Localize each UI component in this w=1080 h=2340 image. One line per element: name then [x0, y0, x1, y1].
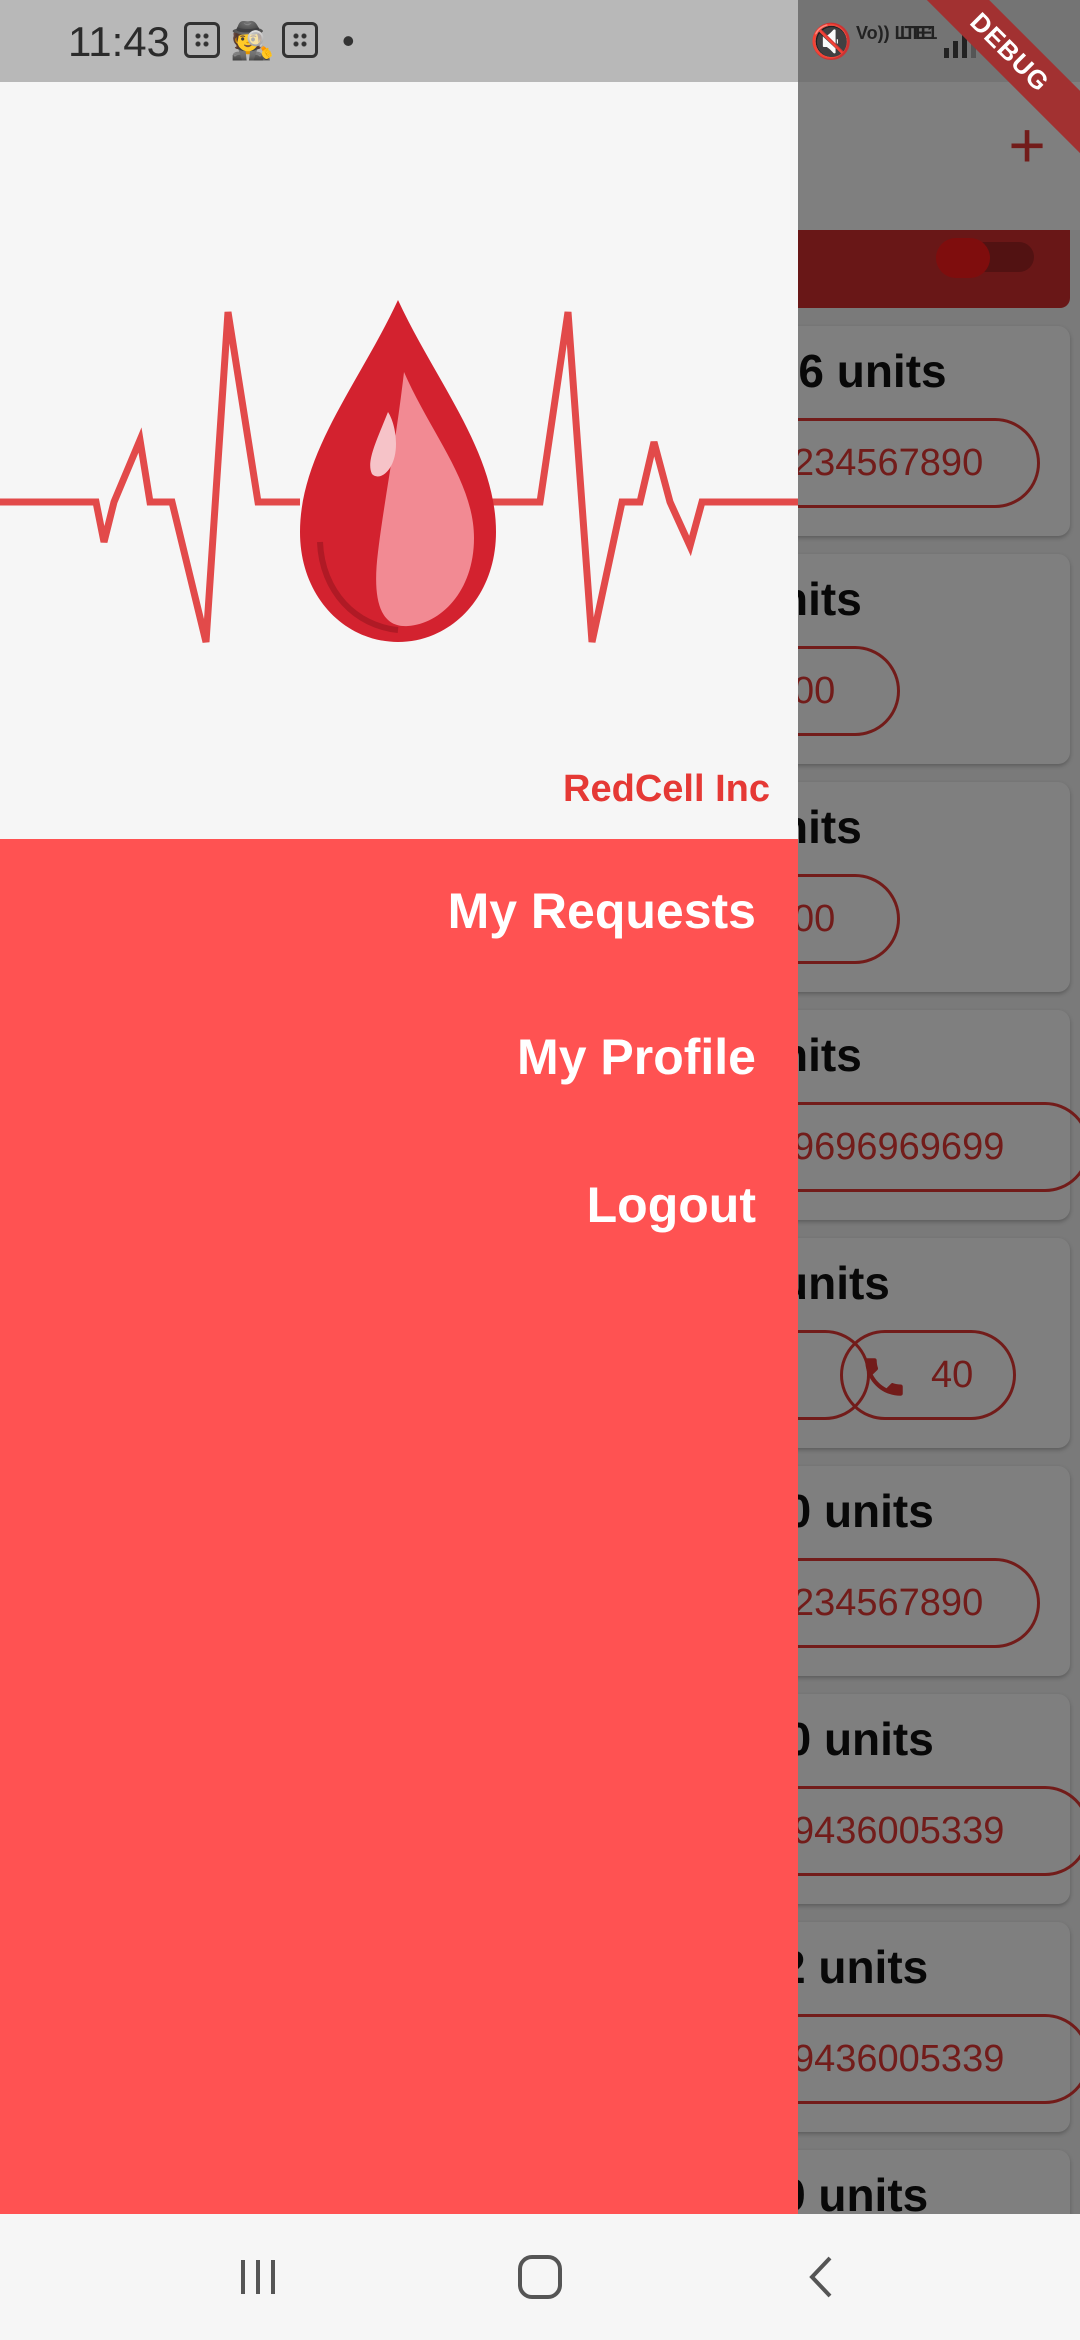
- brand-name: RedCell Inc: [563, 768, 770, 810]
- sim-icon: [184, 22, 220, 58]
- menu-item-logout[interactable]: Logout: [587, 1176, 756, 1234]
- home-icon[interactable]: [510, 2252, 570, 2302]
- menu-item-my-requests[interactable]: My Requests: [448, 882, 756, 940]
- menu-item-my-profile[interactable]: My Profile: [517, 1028, 756, 1086]
- navigation-drawer: RedCell Inc My Requests My Profile Logou…: [0, 82, 798, 2214]
- clock: 11:43: [68, 18, 170, 65]
- system-nav-bar: [0, 2214, 1080, 2340]
- lte-label-2: LTE: [900, 23, 933, 43]
- back-icon[interactable]: [792, 2252, 852, 2302]
- sim-icon: [282, 22, 318, 58]
- incognito-icon: 🕵: [230, 20, 275, 61]
- mute-icon: 🔇: [810, 23, 853, 61]
- blood-drop-heartbeat-logo: [0, 300, 798, 643]
- more-notifications-icon: •: [342, 20, 355, 61]
- drawer-header: RedCell Inc: [0, 82, 798, 839]
- recent-apps-icon[interactable]: [228, 2252, 288, 2302]
- status-bar: 11:43 🕵 • 🔇 Vo)) LTE1 LTE DEBUG: [0, 0, 1080, 167]
